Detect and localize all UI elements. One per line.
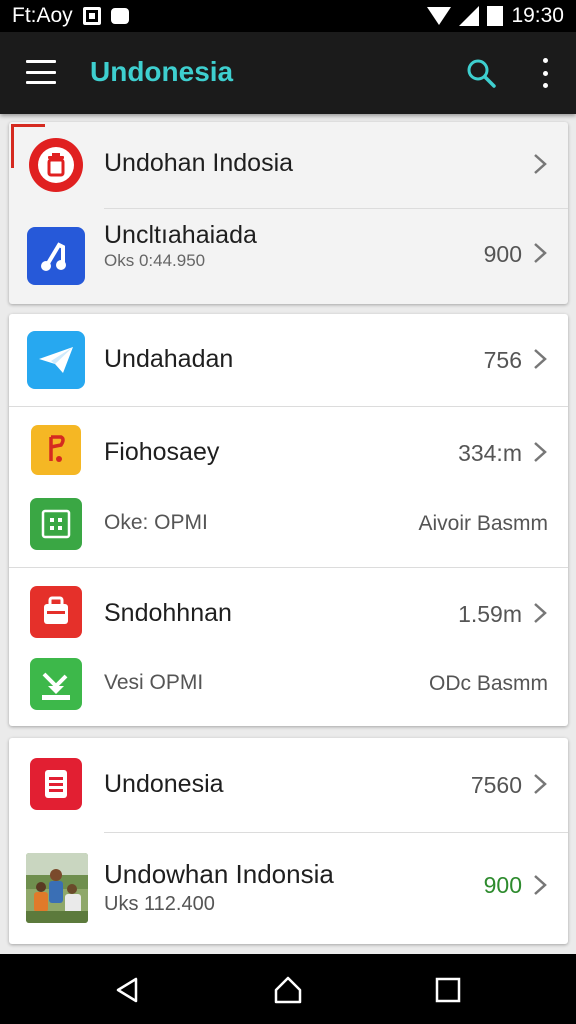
photo-thumbnail [26, 853, 88, 923]
item-subtitle: Uks 112.400 [104, 893, 215, 915]
notification-icon [82, 7, 101, 25]
item-title: Fiohosaey [104, 438, 220, 466]
item-title: Sndohhnan [104, 599, 232, 627]
chevron-right-icon [534, 774, 547, 794]
message-icon [110, 8, 129, 24]
music-note-icon [27, 227, 85, 285]
signal-icon [459, 6, 480, 26]
item-value: 7560 [470, 772, 522, 798]
chevron-right-icon [534, 349, 547, 369]
item-title: Undohan Indosia [104, 149, 294, 177]
item-value: 334:m [458, 440, 522, 466]
item-sub-value: Aivoir Basmm [418, 512, 548, 535]
bag-icon [30, 586, 82, 638]
list-item[interactable]: Undohan Indosia [9, 122, 568, 208]
more-vert-icon[interactable] [540, 58, 550, 88]
list-item[interactable]: Undahadan 756 [9, 314, 568, 406]
chevron-right-icon [534, 603, 547, 623]
grid-icon [30, 498, 82, 550]
item-value: 900 [483, 241, 522, 267]
item-title: Undonesia [104, 770, 224, 798]
back-icon[interactable] [112, 974, 144, 1006]
card-2: Undahadan 756 Fiohosaey 334:m Oke: OPMI … [9, 314, 568, 726]
battery-icon [487, 6, 504, 26]
app-bar: Undonesia [0, 32, 576, 114]
card-1: Undohan Indosia Uncltıahaiada Oks 0:44.9… [9, 122, 568, 304]
wifi-icon [427, 7, 452, 25]
item-sub-label: Vesi OPMI [104, 671, 204, 694]
recents-icon[interactable] [432, 974, 464, 1006]
download-icon [30, 658, 82, 710]
home-icon[interactable] [272, 974, 304, 1006]
trash-icon [27, 136, 85, 194]
list-item[interactable]: Uncltıahaiada Oks 0:44.950 900 [9, 209, 568, 304]
item-title: Undahadan [104, 345, 234, 373]
paper-plane-icon [27, 331, 85, 389]
item-value: 900 [483, 872, 522, 898]
chevron-right-icon [534, 243, 547, 263]
app-title: Undonesia [90, 56, 234, 87]
item-sub-value: ODc Basmm [428, 672, 548, 695]
list-item[interactable]: Fiohosaey 334:m Oke: OPMI Aivoir Basmm [9, 407, 568, 567]
list-item[interactable]: Undonesia 7560 [9, 738, 568, 832]
status-time: 19:30 [511, 4, 564, 27]
list-item[interactable]: Sndohhnan 1.59m Vesi OPMI ODc Basmm [9, 568, 568, 726]
menu-icon[interactable] [26, 60, 56, 84]
list-item[interactable]: Undowhan Indonsia Uks 112.400 900 [9, 833, 568, 944]
item-value: 756 [483, 347, 522, 373]
chevron-right-icon [534, 442, 547, 462]
navigation-bar [0, 954, 576, 1024]
item-sub-label: Oke: OPMI [104, 511, 208, 534]
document-icon [30, 758, 82, 810]
chevron-right-icon [534, 154, 547, 174]
music-icon [31, 425, 81, 475]
search-icon[interactable] [466, 58, 496, 88]
item-subtitle: Oks 0:44.950 [104, 251, 206, 270]
item-title: Undowhan Indonsia [104, 859, 334, 889]
status-bar: Ft:Aoy 19:30 [0, 0, 576, 32]
item-value: 1.59m [458, 601, 522, 627]
chevron-right-icon [534, 875, 547, 895]
card-3: Undonesia 7560 Undowhan Indonsia Uks 112… [9, 738, 568, 944]
item-title: Uncltıahaiada [104, 221, 257, 249]
status-left-text: Ft:Aoy [12, 4, 73, 27]
